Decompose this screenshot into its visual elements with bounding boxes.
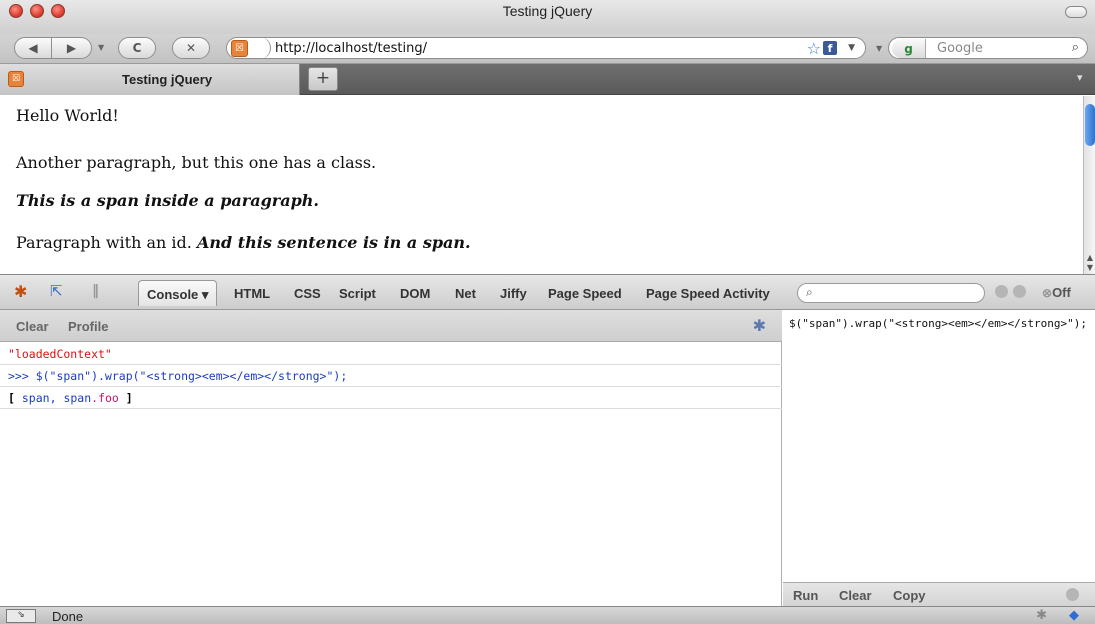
paragraph-with-id: Paragraph with an id. And this sentence …: [16, 233, 471, 252]
search-icon: ⌕: [806, 285, 813, 299]
search-previous-button[interactable]: [995, 285, 1008, 298]
site-identity-divider: [257, 37, 271, 59]
tab-testing-jquery[interactable]: ☒ Testing jQuery: [0, 64, 300, 95]
facebook-icon[interactable]: f: [823, 41, 837, 55]
scroll-up-icon[interactable]: ▲: [1084, 253, 1095, 262]
tab-list-icon[interactable]: ▾: [1077, 71, 1093, 85]
url-text[interactable]: http://localhost/testing/: [275, 41, 427, 56]
bookmark-star-icon[interactable]: ☆: [807, 39, 821, 58]
reload-icon: C: [132, 41, 142, 55]
tab-jiffy[interactable]: Jiffy: [500, 286, 527, 301]
toggle-firebug-icon[interactable]: ⇘: [6, 609, 36, 623]
search-icon[interactable]: ⌕: [1072, 40, 1079, 55]
history-dropdown-icon[interactable]: ▼: [98, 43, 104, 52]
forward-arrow-icon: ▶: [66, 41, 77, 55]
command-editor-text[interactable]: $("span").wrap("<strong><em></em></stron…: [789, 316, 1089, 331]
editor-clear-button[interactable]: Clear: [839, 588, 872, 603]
window-title: Testing jQuery: [502, 3, 593, 19]
page-scrollbar[interactable]: ▲ ▼: [1083, 96, 1095, 274]
paragraph-hello: Hello World!: [16, 106, 119, 125]
command-editor-toolbar: Run Clear Copy: [783, 582, 1095, 606]
status-firebug-icon[interactable]: ✱: [1036, 608, 1047, 623]
command-editor[interactable]: $("span").wrap("<strong><em></em></stron…: [783, 310, 1095, 606]
console-toolbar: Clear Profile ✱: [0, 310, 782, 342]
firebug-toolbar: ✱ ⇱ ‖ Console ▾ HTML CSS Script DOM Net …: [0, 274, 1095, 310]
back-arrow-icon: ◀: [28, 41, 38, 55]
back-button[interactable]: ◀: [14, 37, 52, 59]
log-row[interactable]: [ span, span.foo ]: [0, 387, 782, 409]
firebug-search-input[interactable]: ⌕: [797, 283, 985, 303]
search-box[interactable]: g Google ⌕: [888, 37, 1088, 59]
tab-html[interactable]: HTML: [234, 286, 270, 301]
array-open: [: [8, 391, 15, 405]
paragraph-id-text: Paragraph with an id.: [16, 233, 197, 252]
console-profile-button[interactable]: Profile: [68, 319, 108, 334]
array-close: ]: [125, 391, 133, 405]
inspect-icon[interactable]: ⇱: [50, 282, 63, 300]
stop-button[interactable]: ✕: [172, 37, 210, 59]
off-icon: ⊗: [1042, 286, 1053, 300]
status-addon-icon[interactable]: ◆: [1069, 608, 1079, 623]
scrollbar-thumb[interactable]: [1085, 104, 1095, 146]
page-content: Hello World! Another paragraph, but this…: [0, 96, 1083, 274]
forward-button[interactable]: ▶: [52, 37, 92, 59]
stop-icon: ✕: [185, 41, 197, 55]
paragraph-with-class: Another paragraph, but this one has a cl…: [16, 153, 377, 172]
console-bug-icon[interactable]: ✱: [753, 316, 766, 335]
toolbar-toggle-button[interactable]: [1065, 6, 1087, 18]
status-bar: ⇘ Done ✱ ◆: [0, 606, 1095, 624]
tab-favicon-icon: ☒: [8, 71, 24, 87]
reload-button[interactable]: C: [118, 37, 156, 59]
search-next-button[interactable]: [1013, 285, 1026, 298]
pause-icon[interactable]: ‖: [92, 283, 99, 299]
result-class: .foo: [91, 391, 119, 405]
new-tab-button[interactable]: +: [308, 67, 338, 91]
tab-page-speed-activity[interactable]: Page Speed Activity: [646, 286, 770, 301]
scroll-down-icon[interactable]: ▼: [1084, 263, 1095, 272]
firebug-bug-icon[interactable]: ✱: [14, 282, 27, 301]
google-engine-icon[interactable]: g: [892, 39, 926, 58]
console-panel: Clear Profile ✱ "loadedContext" >>> $("s…: [0, 310, 782, 606]
console-clear-button[interactable]: Clear: [16, 319, 49, 334]
tab-net[interactable]: Net: [455, 286, 476, 301]
address-bar[interactable]: ☒ http://localhost/testing/ ☆ f ▼: [226, 37, 866, 59]
result-object-span-foo[interactable]: span.foo: [63, 391, 118, 405]
site-favicon-icon[interactable]: ☒: [231, 40, 248, 57]
result-tag: span: [63, 391, 92, 405]
navigation-toolbar: ◀ ▶ ▼ C ✕ ☒ http://localhost/testing/ ☆ …: [0, 34, 1095, 64]
copy-button[interactable]: Copy: [893, 588, 926, 603]
paragraph-id-span: And this sentence is in a span.: [196, 233, 471, 252]
title-bar: Testing jQuery: [0, 0, 1095, 34]
result-separator: ,: [49, 391, 57, 405]
log-row[interactable]: >>> $("span").wrap("<strong><em></em></s…: [0, 365, 782, 387]
result-object-span[interactable]: span: [22, 391, 50, 405]
tab-page-speed[interactable]: Page Speed: [548, 286, 622, 301]
tab-console[interactable]: Console ▾: [138, 280, 218, 306]
tab-css[interactable]: CSS: [294, 286, 321, 301]
search-placeholder[interactable]: Google: [937, 41, 983, 56]
paragraph-span: This is a span inside a paragraph.: [16, 191, 319, 210]
url-dropdown-icon[interactable]: ▼: [848, 43, 855, 53]
run-button[interactable]: Run: [793, 588, 818, 603]
off-label: Off: [1052, 285, 1071, 300]
tab-strip: ☒ Testing jQuery + ▾: [0, 64, 1095, 95]
log-row[interactable]: "loadedContext": [0, 343, 782, 365]
status-text: Done: [52, 609, 84, 624]
firebug-off-button[interactable]: ⊗Off: [1042, 285, 1071, 300]
tab-label: Testing jQuery: [122, 72, 213, 87]
tab-dom[interactable]: DOM: [400, 286, 430, 301]
editor-close-button[interactable]: [1066, 588, 1079, 601]
tab-script[interactable]: Script: [339, 286, 376, 301]
chevron-down-icon: ▼: [876, 44, 883, 53]
